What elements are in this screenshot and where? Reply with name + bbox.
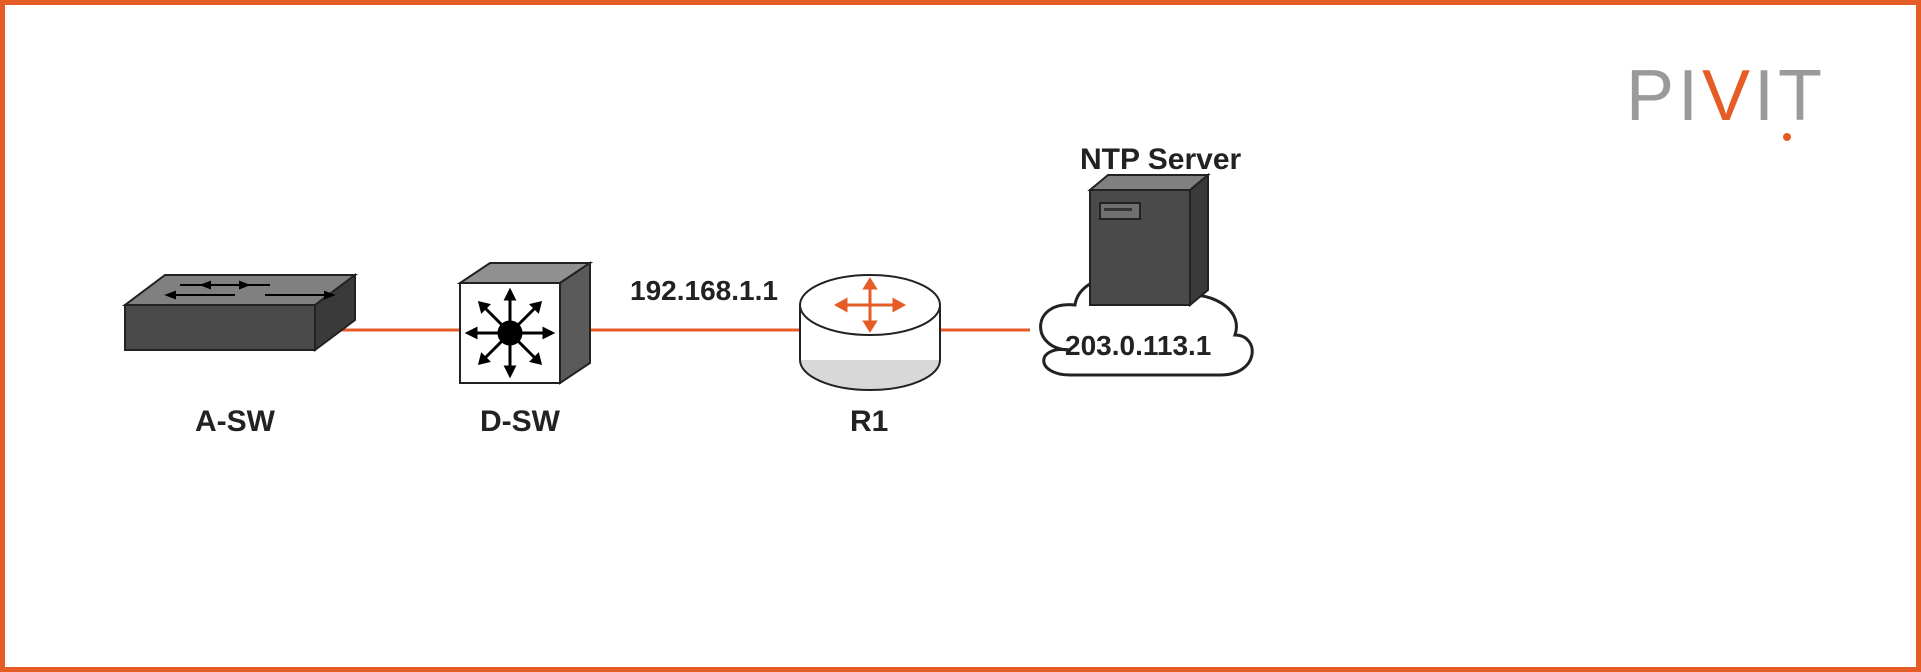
label-dsw: D-SW	[480, 405, 560, 439]
ntp-server-icon	[1090, 175, 1208, 305]
label-r1: R1	[850, 405, 888, 439]
router-icon	[800, 275, 940, 390]
distribution-switch-icon	[460, 263, 590, 383]
network-diagram	[5, 5, 1916, 667]
label-ntp: NTP Server	[1080, 143, 1241, 177]
diagram-frame: PIVIT	[0, 0, 1921, 672]
ip-ntp: 203.0.113.1	[1065, 330, 1211, 362]
ip-r1: 192.168.1.1	[630, 275, 778, 307]
label-asw: A-SW	[195, 405, 275, 439]
access-switch-icon	[125, 275, 355, 350]
